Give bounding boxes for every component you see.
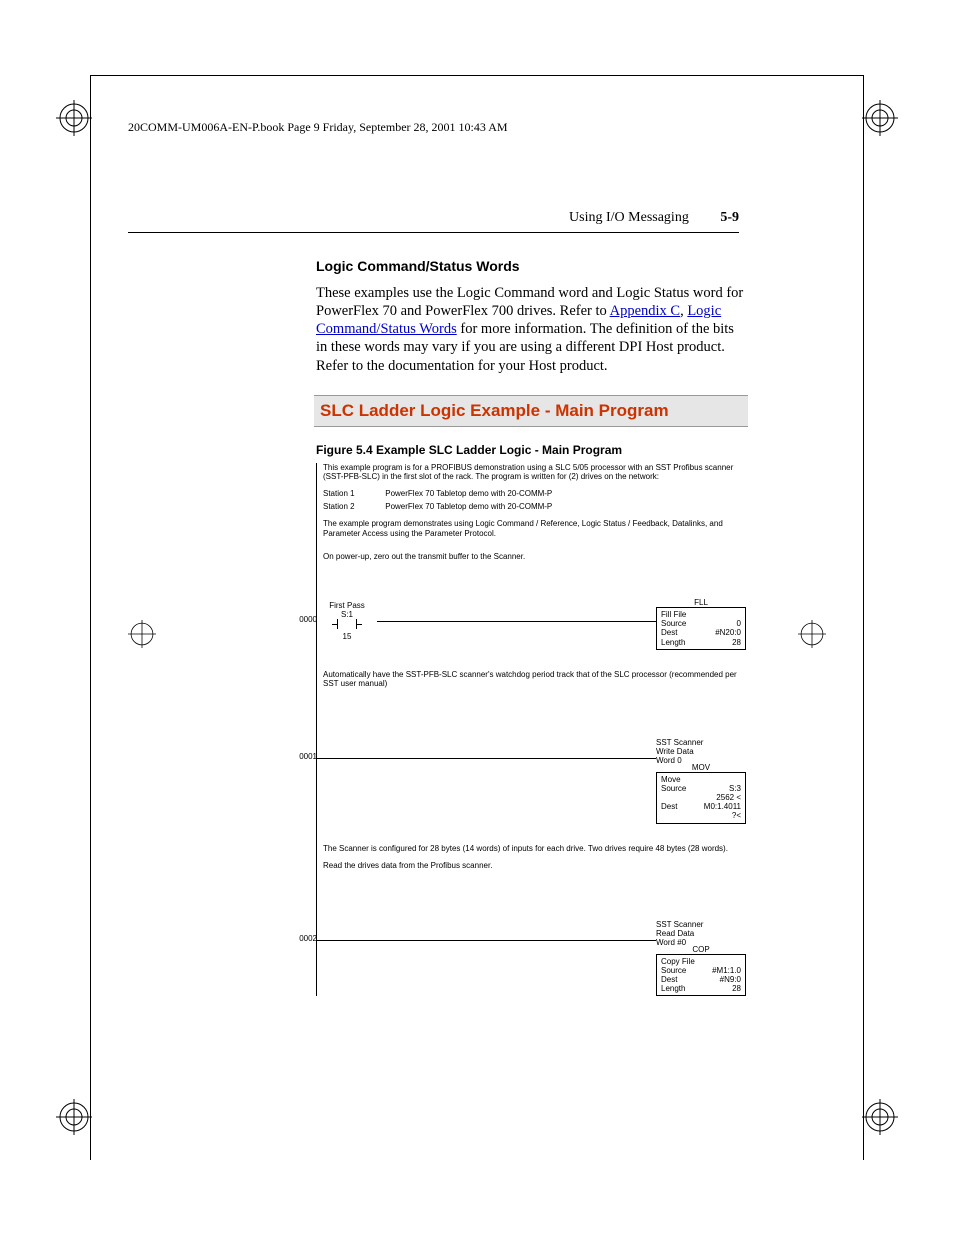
ladder-note-2: The Scanner is configured for 28 bytes (…: [323, 844, 746, 853]
rung-wire: [377, 621, 656, 622]
ladder-intro-3: On power-up, zero out the transmit buffe…: [323, 552, 746, 561]
k: Dest: [661, 802, 677, 811]
v: #N9:0: [720, 975, 741, 984]
inst-mnemonic: MOV: [689, 763, 713, 772]
fll-instruction: FLL Fill File Source0 Dest#N20:0 Length2…: [656, 607, 746, 650]
running-head: Using I/O Messaging 5-9: [128, 210, 739, 233]
book-header-line: 20COMM-UM006A-EN-P.book Page 9 Friday, S…: [128, 120, 508, 135]
ladder-intro-1: This example program is for a PROFIBUS d…: [323, 463, 746, 481]
station-label: Station 1: [323, 489, 383, 498]
k: Source: [661, 784, 686, 793]
inst-above-label: SST Scanner Write Data Word 0: [656, 738, 746, 766]
v: 28: [732, 638, 741, 647]
registration-mark-bl: [56, 1099, 92, 1135]
station-row-1: Station 1 PowerFlex 70 Tabletop demo wit…: [323, 489, 746, 498]
running-head-title: Using I/O Messaging: [569, 210, 689, 225]
inst-title: Move: [661, 775, 741, 784]
inst-mnemonic: COP: [689, 945, 712, 954]
figure-caption: Figure 5.4 Example SLC Ladder Logic - Ma…: [316, 443, 746, 457]
inst-title: Copy File: [661, 957, 741, 966]
inst-title: Fill File: [661, 610, 741, 619]
rung-wire: [317, 758, 656, 759]
inst-mnemonic: FLL: [691, 598, 711, 607]
body-paragraph: These examples use the Logic Command wor…: [316, 284, 746, 375]
k: Source: [661, 619, 686, 628]
rung-0001: 0001 SST Scanner Write Data Word 0 MOV M…: [323, 738, 746, 824]
link-appendix-c[interactable]: Appendix C: [610, 303, 680, 319]
rung-number: 0000: [291, 601, 317, 624]
station-desc: PowerFlex 70 Tabletop demo with 20-COMM-…: [385, 502, 552, 511]
ladder-note-1: Automatically have the SST-PFB-SLC scann…: [323, 670, 746, 688]
rung-wire: [317, 940, 656, 941]
subheading: Logic Command/Status Words: [316, 258, 746, 274]
contact-bit: 15: [317, 632, 377, 641]
ladder-intro-2: The example program demonstrates using L…: [323, 519, 746, 537]
section-heading: SLC Ladder Logic Example - Main Program: [314, 395, 748, 427]
station-desc: PowerFlex 70 Tabletop demo with 20-COMM-…: [385, 489, 552, 498]
ladder-note-3: Read the drives data from the Profibus s…: [323, 861, 746, 870]
page-number: 5-9: [720, 210, 739, 225]
ladder-diagram: This example program is for a PROFIBUS d…: [316, 463, 746, 997]
registration-mark-mr: [798, 620, 826, 648]
v: 28: [732, 984, 741, 993]
registration-mark-ml: [128, 620, 156, 648]
xic-contact: [337, 619, 357, 629]
rung-0000: 0000 First Pass S:1 15 FLL Fill File Sou…: [323, 601, 746, 650]
v: #M1:1.0: [712, 966, 741, 975]
rung-number: 0001: [291, 738, 317, 761]
contact-address: S:1: [317, 610, 377, 619]
rung-0002: 0002 SST Scanner Read Data Word #0 COP C…: [323, 920, 746, 996]
station-label: Station 2: [323, 502, 383, 511]
cop-instruction: COP Copy File Source#M1:1.0 Dest#N9:0 Le…: [656, 954, 746, 997]
k: Dest: [661, 975, 677, 984]
station-row-2: Station 2 PowerFlex 70 Tabletop demo wit…: [323, 502, 746, 511]
registration-mark-br: [862, 1099, 898, 1135]
crop-line-right: [863, 75, 864, 1160]
crop-line-top: [90, 75, 864, 76]
v: S:3: [729, 784, 741, 793]
inst-above-label: SST Scanner Read Data Word #0: [656, 920, 746, 948]
v: 0: [737, 619, 741, 628]
mov-instruction: MOV Move SourceS:3 2562 < DestM0:1.4011 …: [656, 772, 746, 824]
rung-number: 0002: [291, 920, 317, 943]
k: Length: [661, 984, 685, 993]
v: #N20:0: [715, 628, 741, 637]
k: Source: [661, 966, 686, 975]
v: ?<: [732, 811, 741, 820]
contact-label: First Pass: [317, 601, 377, 610]
registration-mark-tl: [56, 100, 92, 136]
crop-line-left: [90, 75, 91, 1160]
registration-mark-tr: [862, 100, 898, 136]
k: Length: [661, 638, 685, 647]
k: Dest: [661, 628, 677, 637]
v: 2562 <: [716, 793, 741, 802]
v: M0:1.4011: [704, 802, 741, 811]
